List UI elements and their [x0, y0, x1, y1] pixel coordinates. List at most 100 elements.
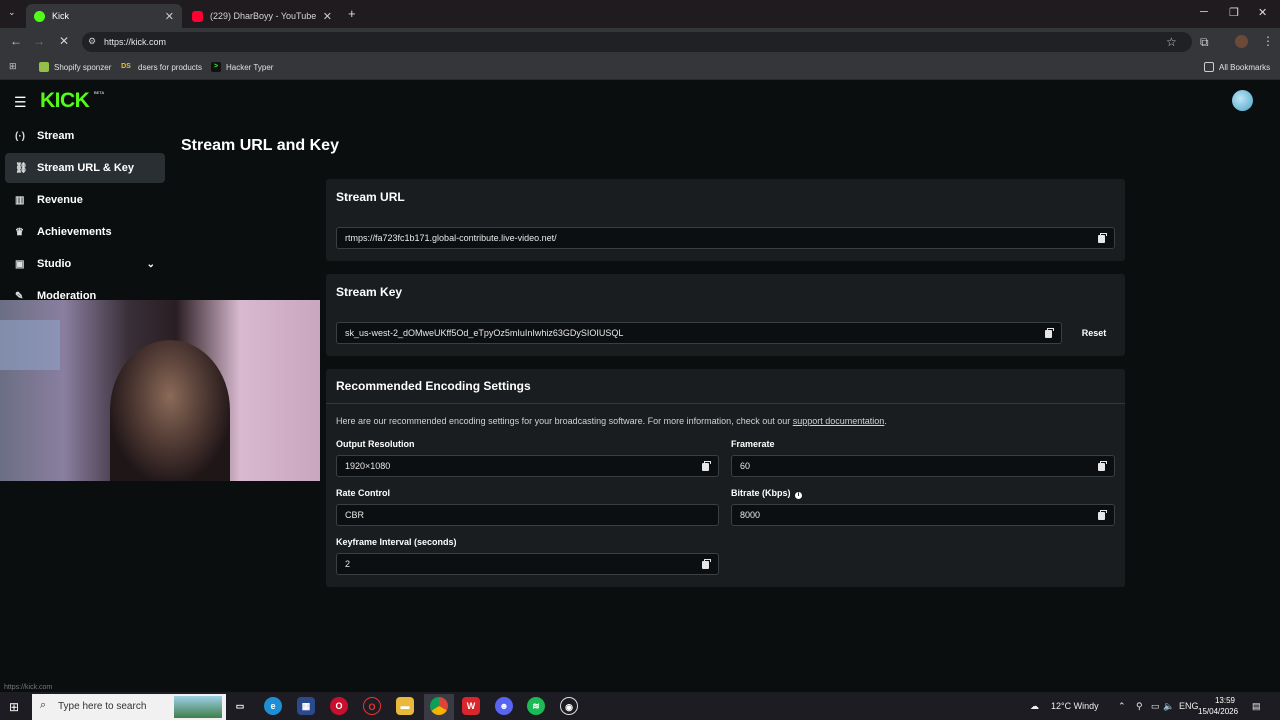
network-icon[interactable]: ⚲: [1136, 701, 1143, 712]
profile-avatar[interactable]: [1235, 35, 1248, 48]
output-resolution-field[interactable]: 1920×1080: [336, 455, 719, 477]
rate-control-value: CBR: [345, 510, 365, 520]
extensions-icon[interactable]: ⧉: [1200, 35, 1209, 50]
divider: [326, 403, 1125, 404]
discord-icon[interactable]: ☻: [495, 697, 513, 715]
search-placeholder[interactable]: Type here to search: [58, 701, 146, 712]
framerate-field[interactable]: 60: [731, 455, 1115, 477]
url-text[interactable]: https://kick.com: [104, 37, 166, 47]
sidebar-item-studio[interactable]: ▣ Studio ⌄: [5, 249, 165, 279]
back-icon[interactable]: ←: [10, 34, 22, 48]
sidebar-item-achievements[interactable]: ♛ Achievements: [5, 217, 165, 247]
bookmark-hacker-typer[interactable]: > Hacker Typer: [211, 62, 273, 72]
windows-start-icon[interactable]: ⊞: [9, 700, 19, 714]
language-indicator[interactable]: ENG: [1179, 701, 1199, 711]
clock-date[interactable]: 15/04/2026: [1198, 707, 1238, 716]
store-icon[interactable]: ▦: [297, 697, 315, 715]
task-view-icon[interactable]: ▭: [231, 697, 249, 715]
new-tab-button[interactable]: +: [348, 6, 356, 21]
edge-icon[interactable]: e: [264, 697, 282, 715]
copy-icon[interactable]: [701, 461, 711, 471]
keyframe-field[interactable]: 2: [336, 553, 719, 575]
stream-key-value: sk_us-west-2_dOMweUKff5Od_eTpyOz5mIuInIw…: [345, 328, 624, 338]
bookmark-dsers[interactable]: DS dsers for products: [119, 62, 202, 72]
copy-icon[interactable]: [1044, 328, 1054, 338]
kick-logo[interactable]: KICK: [40, 89, 90, 113]
tray-chevron-icon[interactable]: ⌃: [1118, 701, 1126, 712]
chevron-down-icon: ⌄: [146, 258, 155, 270]
opera-icon[interactable]: O: [330, 697, 348, 715]
kick-favicon-icon: [34, 10, 45, 22]
stop-loading-icon[interactable]: ✕: [59, 34, 69, 48]
wps-icon[interactable]: W: [462, 697, 480, 715]
forward-icon[interactable]: →: [33, 34, 45, 48]
weather-text[interactable]: 12°C Windy: [1051, 701, 1099, 711]
menu-dots-icon[interactable]: ⋮: [1262, 34, 1274, 48]
bookmark-star-icon[interactable]: ☆: [1166, 35, 1177, 49]
status-bar-url: https://kick.com: [4, 684, 53, 691]
close-window-icon[interactable]: ✕: [1258, 6, 1267, 19]
stream-key-field[interactable]: sk_us-west-2_dOMweUKff5Od_eTpyOz5mIuInIw…: [336, 322, 1062, 344]
copy-icon[interactable]: [701, 559, 711, 569]
file-explorer-icon[interactable]: ▬: [396, 697, 414, 715]
webcam-overlay: [0, 300, 320, 481]
bitrate-field[interactable]: 8000: [731, 504, 1115, 526]
all-bookmarks[interactable]: All Bookmarks: [1204, 62, 1270, 72]
tab-search-icon[interactable]: ⌄: [8, 7, 16, 18]
sidebar-item-stream[interactable]: (·) Stream: [5, 121, 165, 151]
info-icon[interactable]: i: [795, 492, 803, 499]
tab-close-icon[interactable]: ✕: [323, 10, 332, 23]
shopify-icon: [39, 62, 49, 72]
display-icon[interactable]: ▭: [1151, 701, 1160, 712]
bookmark-shopify[interactable]: Shopify sponzer: [39, 62, 111, 72]
support-documentation-link[interactable]: support documentation: [793, 416, 885, 426]
tab-kick[interactable]: Kick ✕: [26, 4, 182, 28]
output-resolution-value: 1920×1080: [345, 461, 391, 471]
help-end: .: [884, 416, 887, 426]
stream-url-field[interactable]: rtmps://fa723fc1b171.global-contribute.l…: [336, 227, 1115, 249]
chart-icon: ▥: [15, 194, 25, 206]
restore-icon[interactable]: ❐: [1229, 6, 1239, 19]
user-avatar[interactable]: [1232, 90, 1253, 111]
opera-gx-icon[interactable]: O: [363, 697, 381, 715]
hamburger-menu-icon[interactable]: ☰: [14, 94, 27, 111]
sidebar-item-revenue[interactable]: ▥ Revenue: [5, 185, 165, 215]
help-text: Here are our recommended encoding settin…: [336, 416, 791, 426]
bitrate-value: 8000: [740, 510, 761, 520]
keyframe-label: Keyframe Interval (seconds): [336, 537, 457, 547]
reset-key-button[interactable]: Reset: [1072, 324, 1116, 342]
copy-icon[interactable]: [1097, 461, 1107, 471]
tab-close-icon[interactable]: ✕: [165, 10, 174, 23]
sidebar-item-label: Stream: [37, 130, 75, 142]
site-info-icon[interactable]: ⚙: [88, 36, 96, 47]
minimize-icon[interactable]: ─: [1200, 6, 1208, 18]
youtube-favicon-icon: [192, 10, 203, 22]
framerate-label: Framerate: [731, 439, 775, 449]
rate-control-label: Rate Control: [336, 488, 390, 498]
stream-url-title: Stream URL: [336, 190, 405, 204]
rate-control-field[interactable]: CBR: [336, 504, 719, 526]
search-icon: ⌕: [40, 699, 47, 711]
link-icon: ⛓: [15, 162, 28, 174]
copy-icon[interactable]: [1097, 510, 1107, 520]
bookmark-label: dsers for products: [138, 62, 203, 72]
address-bar[interactable]: [82, 32, 1192, 52]
folder-icon: [1204, 62, 1214, 72]
volume-icon[interactable]: 🔈: [1163, 701, 1174, 712]
apps-grid-icon[interactable]: ⊞: [9, 61, 17, 72]
sidebar-item-label: Revenue: [37, 194, 83, 206]
tab-youtube[interactable]: (229) DharBoyy - YouTube ✕: [184, 4, 340, 28]
obs-icon[interactable]: ◉: [560, 697, 578, 715]
sidebar-item-label: Achievements: [37, 226, 112, 238]
sidebar-item-stream-url-key[interactable]: ⛓ Stream URL & Key: [5, 153, 165, 183]
page-title: Stream URL and Key: [181, 137, 339, 154]
notifications-icon[interactable]: ▤: [1252, 701, 1261, 712]
clock-time[interactable]: 13:59: [1210, 696, 1240, 705]
bookmark-label: Hacker Typer: [226, 62, 274, 72]
tab-title: Kick: [52, 11, 70, 21]
chrome-icon[interactable]: [430, 697, 448, 715]
copy-icon[interactable]: [1097, 233, 1107, 243]
framerate-value: 60: [740, 461, 751, 471]
weather-icon[interactable]: ☁: [1030, 701, 1039, 712]
spotify-icon[interactable]: ≋: [527, 697, 545, 715]
